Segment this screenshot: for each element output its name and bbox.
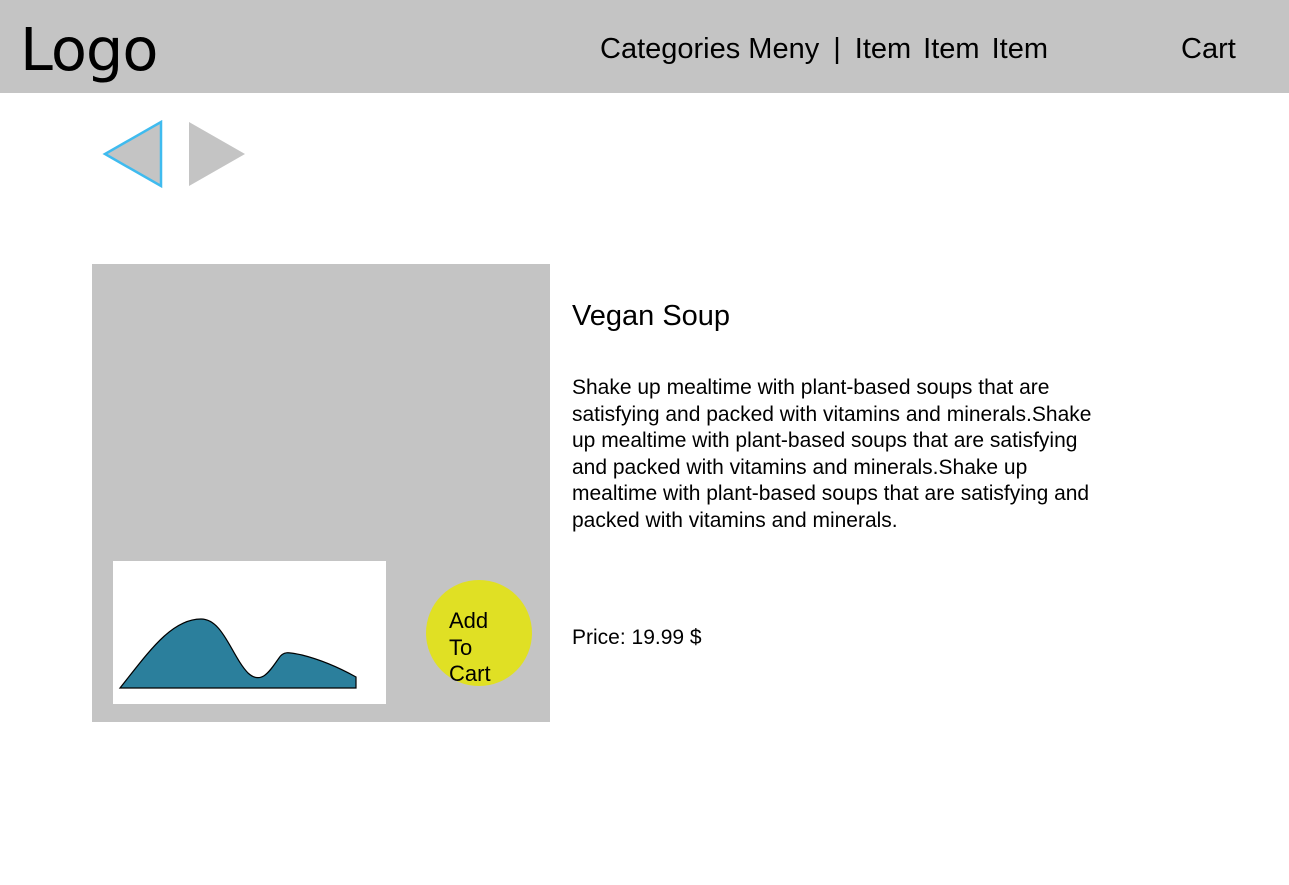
nav-separator: | xyxy=(833,33,841,65)
cart-link[interactable]: Cart xyxy=(1181,30,1236,68)
main-nav: Categories Meny | Item Item Item xyxy=(600,30,1060,68)
product-thumbnail xyxy=(113,561,386,704)
add-to-cart-label-line: Add xyxy=(449,608,489,633)
nav-item[interactable]: Item xyxy=(992,30,1048,68)
product-description: Shake up mealtime with plant-based soups… xyxy=(572,376,1092,532)
triangle-right-icon[interactable] xyxy=(188,122,248,188)
product-title: Vegan Soup xyxy=(572,300,731,332)
product-image-area: Add To Cart xyxy=(92,264,550,722)
header: Logo Categories Meny | Item Item Item Cart xyxy=(0,0,1289,93)
triangle-left-icon[interactable] xyxy=(102,120,166,190)
product-price: Price: 19.99 $ xyxy=(572,626,702,649)
add-to-cart-button[interactable]: Add To Cart xyxy=(426,580,532,686)
add-to-cart-label-line: Cart xyxy=(449,661,491,686)
add-to-cart-label-line: To xyxy=(449,634,473,660)
nav-categories-menu[interactable]: Categories Meny xyxy=(600,30,819,68)
logo[interactable]: Logo xyxy=(20,14,158,86)
nav-item[interactable]: Item xyxy=(855,30,911,68)
nav-item[interactable]: Item xyxy=(923,30,979,68)
image-placeholder-icon xyxy=(118,618,357,689)
